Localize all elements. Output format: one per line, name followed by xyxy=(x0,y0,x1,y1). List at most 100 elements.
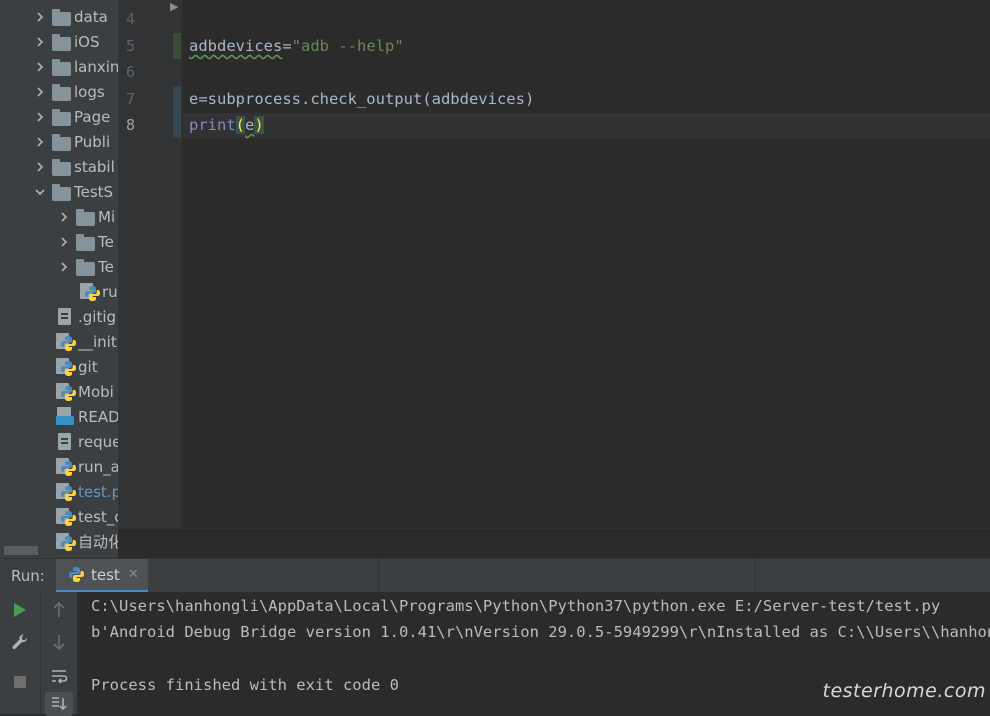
project-tree-item[interactable]: __init xyxy=(56,329,117,354)
project-tree-label: TestS xyxy=(74,182,114,201)
run-label: Run: xyxy=(11,567,45,585)
soft-wrap-icon xyxy=(52,670,68,684)
folder-icon xyxy=(52,83,71,101)
close-icon[interactable]: ✕ xyxy=(128,567,139,582)
horizontal-scrollbar[interactable] xyxy=(4,546,38,555)
arrow-up-icon xyxy=(53,601,65,617)
scroll-up-button[interactable] xyxy=(47,598,71,622)
chevron-down-icon[interactable] xyxy=(32,184,48,200)
string-literal[interactable]: "adb --help" xyxy=(292,37,404,55)
folder-icon xyxy=(52,33,71,51)
project-tree-label: Publi xyxy=(74,132,111,151)
chevron-right-icon[interactable] xyxy=(32,59,48,75)
project-tree-item[interactable]: Te xyxy=(56,229,114,254)
chevron-right-icon[interactable] xyxy=(32,9,48,25)
chevron-right-icon[interactable] xyxy=(56,209,72,225)
python-file-icon xyxy=(56,382,76,401)
project-tree-item[interactable]: iOS xyxy=(32,29,100,54)
stop-button[interactable] xyxy=(8,670,32,694)
project-tree-label: stabil xyxy=(74,157,115,176)
project-tree-label: iOS xyxy=(74,32,100,51)
folder-icon xyxy=(76,258,95,276)
run-tab-test[interactable]: test ✕ xyxy=(56,559,148,593)
code-line-8[interactable]: print(e) xyxy=(189,116,264,134)
project-tree-item[interactable]: lanxin xyxy=(32,54,118,79)
editor-gutter: ▶ 4 5 6 7 8 xyxy=(118,0,183,528)
project-tree-item[interactable]: .gitig xyxy=(56,304,116,329)
project-tree-panel: data iOS lanxin logs Page Publi stabil TestS Mi T… xyxy=(0,0,118,558)
project-tree-item[interactable]: reque xyxy=(56,429,118,454)
run-toolbar-secondary xyxy=(40,592,77,716)
chevron-right-icon[interactable] xyxy=(32,159,48,175)
project-tree-item[interactable]: logs xyxy=(32,79,105,104)
chevron-right-icon[interactable] xyxy=(32,34,48,50)
fold-marker-icon[interactable]: ▶ xyxy=(170,0,178,13)
project-tree-item[interactable]: stabil xyxy=(32,154,115,179)
variable-adbdevices[interactable]: adbdevices xyxy=(189,37,282,55)
wrench-icon xyxy=(12,634,28,650)
code-line-7[interactable]: e=subprocess.check_output(adbdevices) xyxy=(189,90,534,108)
project-tree-label: ru xyxy=(102,282,118,301)
change-marker[interactable] xyxy=(173,33,181,59)
chevron-right-icon[interactable] xyxy=(32,134,48,150)
code-text[interactable]: e=subprocess.check_output(adbdevices) xyxy=(189,90,534,108)
project-tree-label: Te xyxy=(98,257,114,276)
chevron-right-icon[interactable] xyxy=(56,234,72,250)
project-tree-label: git xyxy=(78,357,98,376)
project-tree-item[interactable]: test.p xyxy=(56,479,118,504)
change-marker[interactable] xyxy=(173,86,181,138)
tab-separator xyxy=(755,559,756,593)
chevron-right-icon[interactable] xyxy=(32,84,48,100)
project-tree-label: __init xyxy=(78,332,117,351)
line-number-current: 8 xyxy=(126,116,136,134)
project-tree-label: data xyxy=(74,7,108,26)
chevron-right-icon[interactable] xyxy=(32,109,48,125)
project-tree-item[interactable]: 自动化 xyxy=(56,529,118,554)
project-tree-label: logs xyxy=(74,82,105,101)
project-tree-item[interactable]: git xyxy=(56,354,98,379)
stop-icon xyxy=(14,676,26,688)
console-line[interactable]: C:\Users\hanhongli\AppData\Local\Program… xyxy=(91,597,940,615)
folder-icon xyxy=(76,208,95,226)
project-tree-item[interactable]: Mi xyxy=(56,204,115,229)
project-tree-item[interactable]: READ xyxy=(56,404,118,429)
console-line[interactable]: Process finished with exit code 0 xyxy=(91,676,399,694)
code-line-5[interactable]: adbdevices="adb --help" xyxy=(189,37,404,55)
line-number: 6 xyxy=(126,63,136,81)
project-tree-item[interactable]: run_a xyxy=(56,454,118,479)
project-tree-label: lanxin xyxy=(74,57,118,76)
scroll-to-end-icon xyxy=(52,697,67,711)
variable-e[interactable]: e xyxy=(245,116,254,134)
soft-wrap-button[interactable] xyxy=(47,664,71,688)
scroll-down-button[interactable] xyxy=(47,630,71,654)
file-icon xyxy=(56,307,75,326)
chevron-right-icon[interactable] xyxy=(56,259,72,275)
project-tree-item[interactable]: Publi xyxy=(32,129,110,154)
python-file-icon xyxy=(56,357,76,376)
settings-button[interactable] xyxy=(8,630,32,654)
markdown-file-icon xyxy=(56,407,75,426)
rerun-button[interactable] xyxy=(8,598,32,622)
matched-paren: ( xyxy=(235,116,246,134)
project-tree-item[interactable]: Page xyxy=(32,104,110,129)
console-line[interactable]: b'Android Debug Bridge version 1.0.41\r\… xyxy=(91,623,990,641)
project-tree-item[interactable]: data xyxy=(32,4,108,29)
project-tree-label: reque xyxy=(78,432,118,451)
project-tree-item[interactable]: ru xyxy=(80,279,118,304)
project-tree-item[interactable]: TestS xyxy=(32,179,113,204)
project-tree-item[interactable]: test_c xyxy=(56,504,118,529)
project-tree-item[interactable]: Te xyxy=(56,254,114,279)
scroll-to-end-button[interactable] xyxy=(45,692,73,716)
code-editor[interactable]: adbdevices="adb --help" e=subprocess.che… xyxy=(182,0,990,528)
project-tree-label: test_c xyxy=(78,507,118,526)
matched-paren: ) xyxy=(254,116,264,134)
line-number: 5 xyxy=(126,37,136,55)
project-tree-item[interactable]: Mobi xyxy=(56,379,114,404)
project-tree-label: run_a xyxy=(78,457,118,476)
python-file-icon xyxy=(56,507,76,526)
project-tree-label: 自动化 xyxy=(78,533,118,551)
builtin-print[interactable]: print xyxy=(189,116,236,134)
run-toolbar-primary xyxy=(0,592,40,714)
project-tree-label: Mobi xyxy=(78,382,114,401)
play-icon xyxy=(14,603,26,617)
